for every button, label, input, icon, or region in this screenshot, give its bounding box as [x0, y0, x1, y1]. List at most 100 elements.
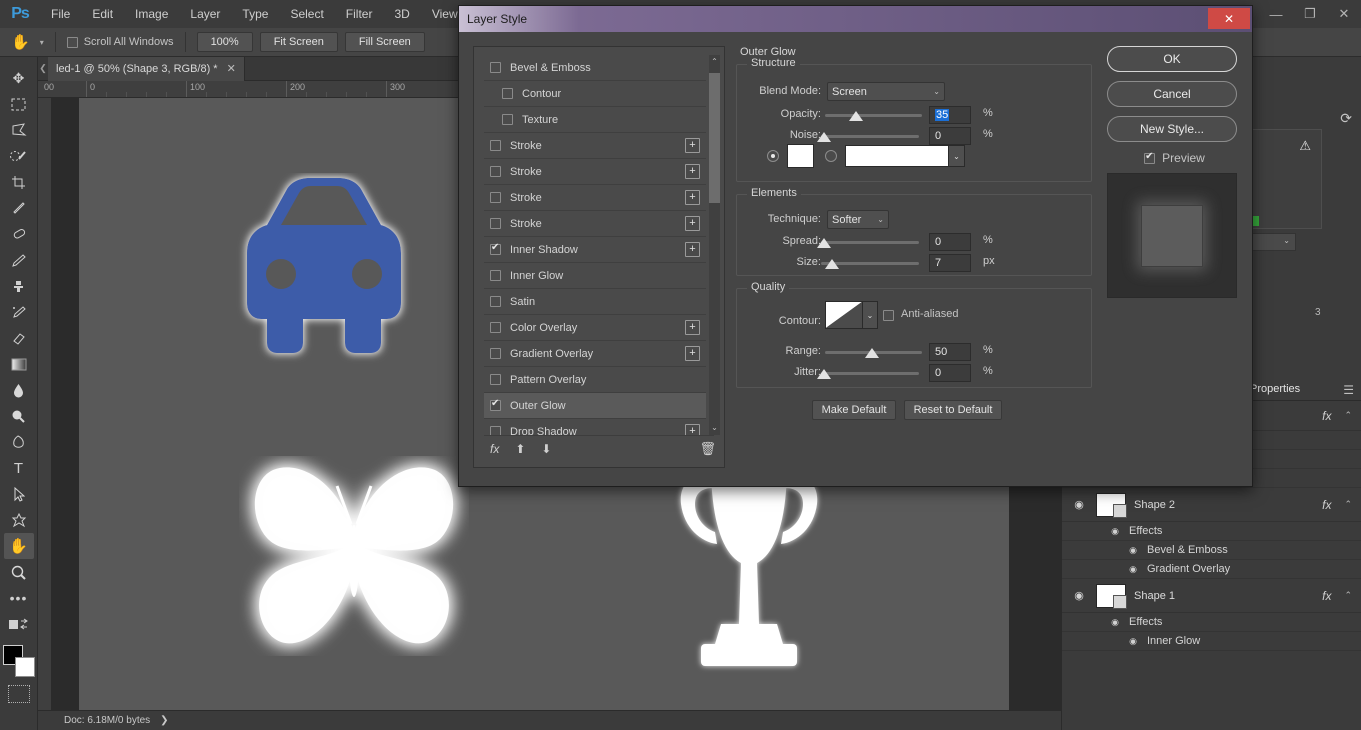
- chevron-down-icon[interactable]: ⌄: [869, 215, 884, 224]
- cancel-button[interactable]: Cancel: [1107, 81, 1237, 107]
- path-selection-tool[interactable]: [4, 481, 34, 507]
- panel-menu-icon[interactable]: ☰: [1343, 383, 1354, 397]
- chevron-down-icon[interactable]: ⌄: [925, 87, 940, 96]
- menu-3d[interactable]: 3D: [383, 0, 420, 28]
- chevron-up-icon[interactable]: ⌃: [1344, 410, 1361, 421]
- clone-stamp-tool[interactable]: [4, 273, 34, 299]
- effect-item-stroke-3[interactable]: Stroke +: [484, 185, 706, 211]
- butterfly-shape[interactable]: [239, 456, 469, 656]
- add-effect-icon[interactable]: +: [685, 216, 700, 231]
- layer-style-dialog[interactable]: Layer Style ✕ Bevel & Emboss Contour Tex…: [458, 5, 1253, 487]
- menu-file[interactable]: File: [40, 0, 81, 28]
- effect-item-drop-shadow[interactable]: Drop Shadow +: [484, 419, 706, 435]
- eye-icon[interactable]: ◉: [1070, 589, 1088, 602]
- chevron-down-icon[interactable]: ⌄: [1283, 236, 1290, 245]
- chevron-up-icon[interactable]: ⌃: [1344, 499, 1361, 510]
- new-style-button[interactable]: New Style...: [1107, 116, 1237, 142]
- effect-item-inner-shadow[interactable]: Inner Shadow +: [484, 237, 706, 263]
- range-input[interactable]: 50: [929, 343, 971, 361]
- menu-select[interactable]: Select: [279, 0, 334, 28]
- checkbox-box[interactable]: [490, 398, 501, 411]
- layer-fx-icon[interactable]: fx: [1322, 409, 1336, 423]
- eraser-tool[interactable]: [4, 325, 34, 351]
- glow-color-swatch[interactable]: [787, 144, 814, 168]
- effect-item-stroke-4[interactable]: Stroke +: [484, 211, 706, 237]
- history-brush-tool[interactable]: [4, 299, 34, 325]
- dodge-tool[interactable]: [4, 403, 34, 429]
- document-tab[interactable]: led-1 @ 50% (Shape 3, RGB/8) * ✕: [48, 56, 245, 81]
- chevron-up-icon[interactable]: ⌃: [1344, 590, 1361, 601]
- solid-color-radio[interactable]: [767, 150, 779, 162]
- effect-item-texture[interactable]: Texture: [484, 107, 706, 133]
- checkbox-box[interactable]: [490, 374, 501, 385]
- checkbox-box[interactable]: [490, 348, 501, 359]
- zoom-100-button[interactable]: 100%: [196, 32, 253, 52]
- scroll-up-icon[interactable]: ⌃: [709, 55, 720, 69]
- checkbox-box[interactable]: [502, 88, 513, 99]
- eye-icon[interactable]: ◉: [1108, 526, 1122, 537]
- effect-item-inner-glow[interactable]: Inner Glow: [484, 263, 706, 289]
- scroll-down-icon[interactable]: ⌄: [709, 421, 720, 435]
- eyedropper-tool[interactable]: [4, 195, 34, 221]
- opacity-input[interactable]: 35: [929, 106, 971, 124]
- effect-item-gradient-overlay[interactable]: Gradient Overlay +: [484, 341, 706, 367]
- size-input[interactable]: 7: [929, 254, 971, 272]
- preview-checkbox[interactable]: [1144, 151, 1156, 164]
- layer-fx-icon[interactable]: fx: [1322, 498, 1336, 512]
- jitter-input[interactable]: 0: [929, 364, 971, 382]
- effect-item-color-overlay[interactable]: Color Overlay +: [484, 315, 706, 341]
- status-expand-icon[interactable]: ❯: [160, 715, 168, 726]
- slider-knob[interactable]: [825, 259, 839, 269]
- quick-mask-mode-icon[interactable]: [7, 685, 30, 703]
- gradient-tool[interactable]: [4, 351, 34, 377]
- slider-knob[interactable]: [849, 111, 863, 121]
- color-swatches[interactable]: [2, 645, 35, 677]
- menu-edit[interactable]: Edit: [81, 0, 124, 28]
- add-effect-icon[interactable]: +: [685, 424, 700, 435]
- range-slider[interactable]: [825, 346, 922, 360]
- tab-properties[interactable]: Properties: [1250, 383, 1300, 395]
- effect-item-satin[interactable]: Satin: [484, 289, 706, 315]
- layer-fx-icon[interactable]: fx: [1322, 589, 1336, 603]
- fill-screen-button[interactable]: Fill Screen: [344, 32, 425, 52]
- anti-aliased-checkbox[interactable]: [883, 310, 894, 321]
- chevron-down-icon[interactable]: ▾: [40, 38, 44, 47]
- delete-effect-icon[interactable]: 🗑: [699, 441, 716, 457]
- jitter-slider[interactable]: [817, 367, 919, 381]
- hand-tool[interactable]: ✋: [3, 533, 34, 559]
- menu-filter[interactable]: Filter: [335, 0, 384, 28]
- checkbox-box[interactable]: [490, 166, 501, 177]
- effect-item-outer-glow[interactable]: Outer Glow: [484, 393, 706, 419]
- fx-menu-icon[interactable]: fx: [490, 442, 499, 456]
- checkbox-box[interactable]: [490, 296, 501, 307]
- spread-slider[interactable]: [817, 236, 919, 250]
- dialog-close-button[interactable]: ✕: [1208, 8, 1250, 29]
- checkbox-box[interactable]: [490, 426, 501, 435]
- eye-icon[interactable]: ◉: [1126, 545, 1140, 556]
- chevron-down-icon[interactable]: ⌄: [948, 146, 964, 166]
- brush-tool[interactable]: [4, 247, 34, 273]
- close-button[interactable]: ✕: [1327, 0, 1361, 28]
- move-tool[interactable]: ✥: [4, 65, 34, 91]
- rectangular-marquee-tool[interactable]: [4, 91, 34, 117]
- technique-select[interactable]: Softer ⌄: [827, 210, 889, 229]
- checkbox-box[interactable]: [490, 322, 501, 333]
- preview-checkbox-row[interactable]: Preview: [1107, 151, 1242, 165]
- scroll-all-windows-checkbox[interactable]: Scroll All Windows: [66, 36, 174, 48]
- slider-knob[interactable]: [817, 132, 831, 142]
- checkbox-box[interactable]: [490, 218, 501, 229]
- make-default-button[interactable]: Make Default: [812, 400, 896, 420]
- restore-button[interactable]: ❐: [1293, 0, 1327, 28]
- noise-slider[interactable]: [817, 130, 919, 144]
- checkbox-box[interactable]: [490, 140, 501, 151]
- minimize-button[interactable]: —: [1259, 0, 1293, 28]
- slider-knob[interactable]: [817, 369, 831, 379]
- layer-effects-group[interactable]: ◉ Effects: [1062, 613, 1361, 632]
- chevron-down-icon[interactable]: ⌄: [863, 301, 878, 329]
- quick-selection-tool[interactable]: [4, 143, 34, 169]
- add-effect-icon[interactable]: +: [685, 190, 700, 205]
- quick-mask-toggle-icon[interactable]: [4, 611, 34, 637]
- refresh-icon[interactable]: ⟳: [1340, 110, 1352, 127]
- layer-row[interactable]: ◉ Shape 2 fx ⌃: [1062, 488, 1361, 522]
- effects-list-scrollbar[interactable]: ⌃ ⌄: [709, 55, 720, 435]
